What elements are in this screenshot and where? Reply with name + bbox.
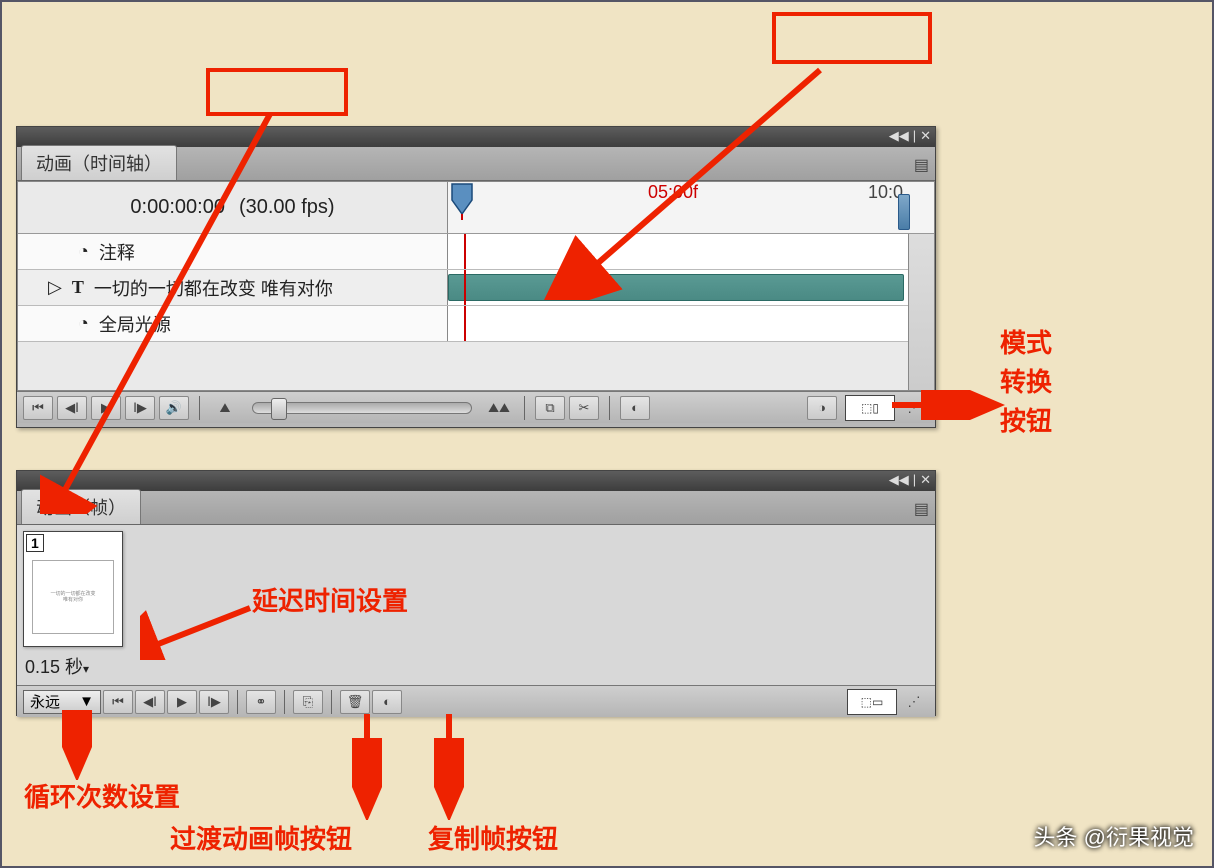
animation-frame-panel: ◀◀ | ✕ 动画（帧） ▤ 1 一切的一切都在改变唯有对你 0.15 秒▾ 永… xyxy=(16,470,936,716)
timeline-footer: ⏮ ◀Ⅰ ▶ Ⅰ▶ 🔊 ⛰ ⛰⛰ ⧉ ✂ ◐ ◑ ⬚▯ ⋰ xyxy=(17,391,935,423)
duplicate-frame-button[interactable]: ⎘ xyxy=(293,690,323,714)
convert-to-frame-button[interactable]: ⬚▯ xyxy=(845,395,895,421)
frame-body: 1 一切的一切都在改变唯有对你 0.15 秒▾ xyxy=(17,525,935,685)
delay-dropdown-icon[interactable]: ▾ xyxy=(83,662,89,676)
timeline-tab[interactable]: 动画（时间轴） xyxy=(21,145,177,180)
next-frame-button[interactable]: Ⅰ▶ xyxy=(125,396,155,420)
zoom-in-button[interactable]: ⛰⛰ xyxy=(484,396,514,420)
timeline-right-scroll[interactable] xyxy=(908,234,934,390)
anno-loop: 循环次数设置 xyxy=(24,778,180,817)
anno-tween: 过渡动画帧按钮 xyxy=(170,820,352,859)
frame-thumbnail-1[interactable]: 1 一切的一切都在改变唯有对你 xyxy=(23,531,123,647)
panel2-menu-icon[interactable]: ▤ xyxy=(914,499,929,519)
highlight-timeline-mode xyxy=(772,12,932,64)
misc-frame-button[interactable]: ◐ xyxy=(372,690,402,714)
anno-mode-switch: 模式 转换 按钮 xyxy=(1000,324,1052,441)
panel1-menu-icon[interactable]: ▤ xyxy=(914,155,929,175)
frame-number: 1 xyxy=(26,534,44,552)
anno-dup: 复制帧按钮 xyxy=(428,820,558,859)
misc-button-1[interactable]: ◐ xyxy=(620,396,650,420)
tween-button[interactable]: ⚭ xyxy=(246,690,276,714)
panel2-resize[interactable]: ⋰ xyxy=(899,690,929,714)
play-button[interactable]: ▶ xyxy=(91,396,121,420)
row-comment[interactable]: ◔ 注释 xyxy=(18,234,934,270)
audio-button[interactable]: 🔊 xyxy=(159,396,189,420)
text-layer-name: 一切的一切都在改变 唯有对你 xyxy=(94,275,333,301)
split-button[interactable]: ✂ xyxy=(569,396,599,420)
playhead-icon[interactable] xyxy=(450,182,474,220)
watermark: 头条 @衍果视觉 xyxy=(1034,820,1194,852)
loop-dropdown-icon[interactable]: ▼ xyxy=(79,693,94,710)
delete-frame-button[interactable]: 🗑 xyxy=(340,690,370,714)
timeline-header: 0:00:00:00 (30.00 fps) 05:00f 10:0 xyxy=(18,182,934,234)
panel1-close-icon[interactable]: ✕ xyxy=(920,129,931,143)
loop-count-selector[interactable]: 永远▼ xyxy=(23,690,101,714)
row-text-layer[interactable]: ▷ T 一切的一切都在改变 唯有对你 xyxy=(18,270,934,306)
panel2-collapse-icon[interactable]: ◀◀ xyxy=(889,473,909,487)
time-ruler[interactable]: 05:00f 10:0 xyxy=(448,182,934,233)
panel2-close-icon[interactable]: ✕ xyxy=(920,473,931,487)
panel1-titlebar[interactable]: ◀◀ | ✕ xyxy=(17,127,935,147)
first-frame-button-2[interactable]: ⏮ xyxy=(103,690,133,714)
timecode-value: 0:00:00:00 xyxy=(130,196,225,219)
frame-tab[interactable]: 动画（帧） xyxy=(21,489,141,524)
ruler-tick-5: 05:00f xyxy=(648,182,698,203)
play-button-2[interactable]: ▶ xyxy=(167,690,197,714)
highlight-frame-mode xyxy=(206,68,348,116)
prev-frame-button[interactable]: ◀Ⅰ xyxy=(57,396,87,420)
panel2-tabs: 动画（帧） ▤ xyxy=(17,491,935,525)
panel2-titlebar[interactable]: ◀◀ | ✕ xyxy=(17,471,935,491)
text-clip[interactable] xyxy=(448,274,904,301)
panel2-divider: | xyxy=(913,473,916,487)
panel1-collapse-icon[interactable]: ◀◀ xyxy=(889,129,909,143)
zoom-slider[interactable] xyxy=(252,402,472,414)
panel1-divider: | xyxy=(913,129,916,143)
timecode-area[interactable]: 0:00:00:00 (30.00 fps) xyxy=(18,182,448,233)
panel-resize[interactable]: ⋰ xyxy=(899,396,929,420)
next-frame-button-2[interactable]: Ⅰ▶ xyxy=(199,690,229,714)
onion-skin-button[interactable]: ⧉ xyxy=(535,396,565,420)
expand-icon[interactable]: ▷ xyxy=(48,277,62,298)
convert-to-timeline-button[interactable]: ⬚▭ xyxy=(847,689,897,715)
anno-delay: 延迟时间设置 xyxy=(252,582,408,621)
prev-frame-button-2[interactable]: ◀Ⅰ xyxy=(135,690,165,714)
stopwatch-icon[interactable]: ◔ xyxy=(78,313,89,334)
frame-footer: 永远▼ ⏮ ◀Ⅰ ▶ Ⅰ▶ ⚭ ⎘ 🗑 ◐ ⬚▭ ⋰ xyxy=(17,685,935,717)
misc-button-2[interactable]: ◑ xyxy=(807,396,837,420)
frame-delay-selector[interactable]: 0.15 秒▾ xyxy=(25,653,89,679)
zoom-out-button[interactable]: ⛰ xyxy=(210,396,240,420)
fps-value: (30.00 fps) xyxy=(239,196,335,219)
comment-label: 注释 xyxy=(99,239,135,265)
first-frame-button[interactable]: ⏮ xyxy=(23,396,53,420)
row-global-light[interactable]: ◔ 全局光源 xyxy=(18,306,934,342)
timeline-body: 0:00:00:00 (30.00 fps) 05:00f 10:0 ◔ 注释 ▷… xyxy=(17,181,935,391)
text-type-icon: T xyxy=(72,277,84,298)
zoom-knob[interactable] xyxy=(271,398,287,420)
global-light-label: 全局光源 xyxy=(99,311,171,337)
stopwatch-icon[interactable]: ◔ xyxy=(78,241,89,262)
animation-timeline-panel: ◀◀ | ✕ 动画（时间轴） ▤ 0:00:00:00 (30.00 fps) … xyxy=(16,126,936,428)
work-area-end[interactable] xyxy=(898,194,910,230)
panel1-tabs: 动画（时间轴） ▤ xyxy=(17,147,935,181)
